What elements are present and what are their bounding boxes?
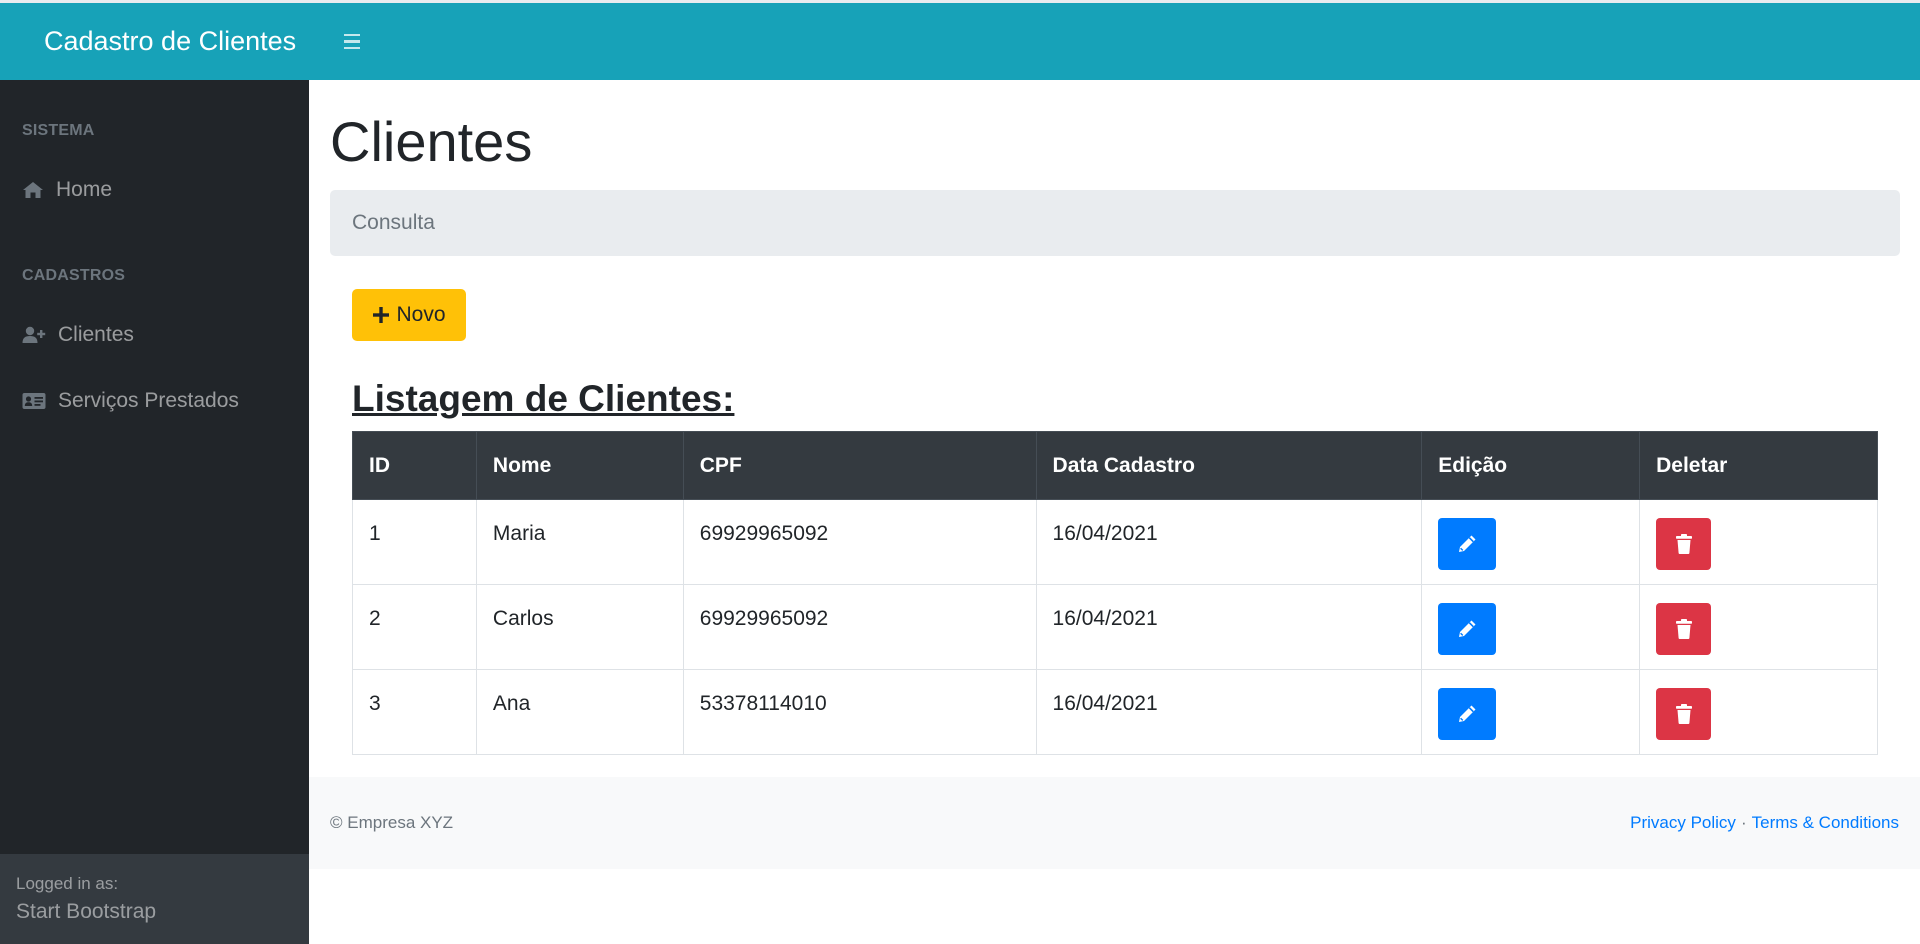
edit-button[interactable]	[1438, 688, 1497, 740]
delete-button[interactable]	[1656, 603, 1712, 655]
cell-id: 2	[352, 584, 477, 670]
cell-cpf: 69929965092	[682, 499, 1037, 585]
edit-button[interactable]	[1438, 518, 1497, 570]
terms-conditions-link[interactable]: Terms & Conditions	[1752, 813, 1899, 833]
delete-button[interactable]	[1656, 688, 1712, 740]
cell-edit	[1421, 669, 1641, 755]
sidebar-item-label: Clientes	[58, 323, 134, 346]
cell-edit	[1421, 499, 1641, 585]
header-nome: Nome	[475, 431, 684, 500]
trash-icon	[1675, 704, 1692, 724]
copyright-text: © Empresa XYZ	[330, 813, 454, 832]
sidebar-item-label: Home	[56, 178, 113, 201]
cell-nome: Carlos	[475, 584, 684, 670]
breadcrumb: Consulta	[330, 190, 1900, 256]
cell-data: 16/04/2021	[1035, 669, 1423, 755]
sidebar-footer: Logged in as: Start Bootstrap	[0, 854, 309, 944]
delete-button[interactable]	[1656, 518, 1712, 570]
header-data-cadastro: Data Cadastro	[1035, 431, 1423, 500]
table-row: 3 Ana 53378114010 16/04/2021	[352, 669, 1878, 755]
home-icon	[23, 182, 43, 198]
cell-id: 3	[352, 669, 477, 755]
header-deletar: Deletar	[1639, 431, 1878, 500]
sidebar-heading-sistema: SISTEMA	[22, 122, 95, 139]
sidebar-item-home[interactable]: Home	[22, 178, 112, 202]
sidebar-heading-cadastros: CADASTROS	[22, 267, 126, 284]
cell-data: 16/04/2021	[1035, 499, 1423, 585]
plus-icon	[373, 307, 390, 323]
header-edicao: Edição	[1421, 431, 1641, 500]
footer-separator: ·	[1740, 813, 1747, 832]
id-card-icon	[22, 393, 46, 409]
table-row: 2 Carlos 69929965092 16/04/2021	[352, 584, 1878, 670]
pencil-icon	[1459, 620, 1476, 637]
cell-nome: Ana	[475, 669, 684, 755]
header-id: ID	[352, 431, 477, 500]
breadcrumb-item: Consulta	[352, 211, 435, 234]
page-title: Clientes	[330, 110, 533, 173]
table-header-row: ID Nome CPF Data Cadastro Edição Deletar	[352, 431, 1878, 500]
cell-cpf: 53378114010	[682, 669, 1037, 755]
trash-icon	[1675, 619, 1692, 639]
cell-cpf: 69929965092	[682, 584, 1037, 670]
new-client-button[interactable]: Novo	[352, 289, 466, 341]
pencil-icon	[1459, 535, 1476, 552]
logged-in-label: Logged in as:	[16, 874, 119, 893]
cell-edit	[1421, 584, 1641, 670]
cell-id: 1	[352, 499, 477, 585]
sidebar-item-servicos[interactable]: Serviços Prestados	[22, 389, 239, 413]
cell-delete	[1639, 584, 1878, 670]
top-navbar: Cadastro de Clientes	[0, 3, 1920, 80]
cell-data: 16/04/2021	[1035, 584, 1423, 670]
sidebar-item-clientes[interactable]: Clientes	[22, 323, 134, 347]
main-content: Clientes Consulta Novo Listagem de Clien…	[309, 80, 1920, 944]
navbar-brand[interactable]: Cadastro de Clientes	[44, 26, 344, 57]
clients-table: ID Nome CPF Data Cadastro Edição Deletar…	[352, 431, 1878, 755]
footer-links: Privacy Policy · Terms & Conditions	[1630, 813, 1899, 833]
trash-icon	[1675, 534, 1692, 554]
cell-delete	[1639, 499, 1878, 585]
logged-in-user: Start Bootstrap	[16, 900, 157, 923]
user-plus-icon	[22, 326, 46, 343]
sidebar-toggle-button[interactable]	[344, 33, 360, 50]
cell-delete	[1639, 669, 1878, 755]
privacy-policy-link[interactable]: Privacy Policy	[1630, 813, 1736, 833]
header-cpf: CPF	[682, 431, 1037, 500]
cell-nome: Maria	[475, 499, 684, 585]
edit-button[interactable]	[1438, 603, 1497, 655]
pencil-icon	[1459, 705, 1476, 722]
sidebar: SISTEMA Home CADASTROS Clientes Serviços…	[0, 80, 309, 944]
sidebar-item-label: Serviços Prestados	[58, 389, 239, 412]
bars-icon	[344, 33, 360, 37]
table-row: 1 Maria 69929965092 16/04/2021	[352, 499, 1878, 585]
new-button-label: Novo	[396, 303, 446, 326]
list-title: Listagem de Clientes:	[352, 378, 735, 419]
page-footer: © Empresa XYZ Privacy Policy · Terms & C…	[309, 777, 1920, 869]
